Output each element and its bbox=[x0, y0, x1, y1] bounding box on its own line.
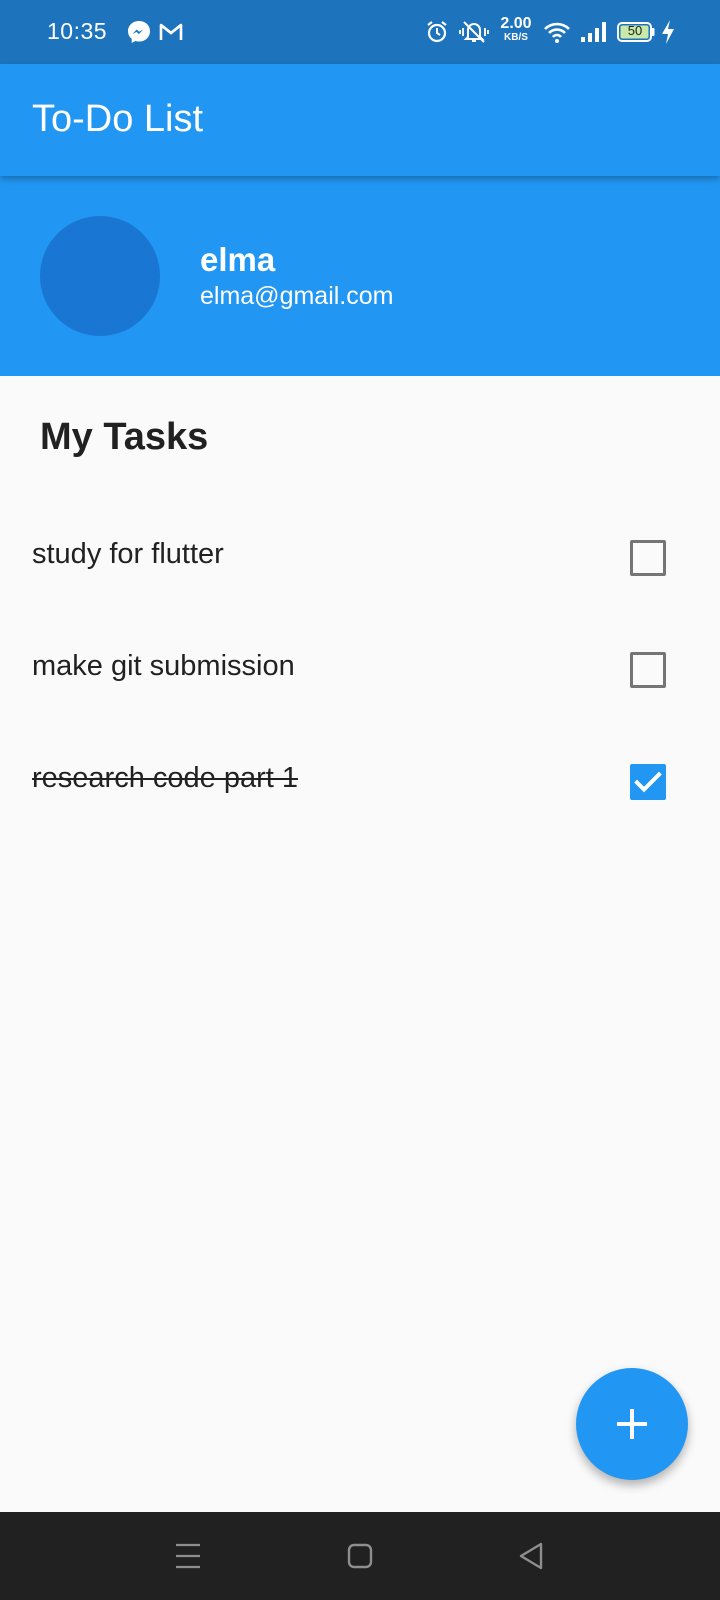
check-icon bbox=[634, 771, 662, 793]
network-speed-value: 2.00 bbox=[500, 15, 532, 32]
section-title: My Tasks bbox=[40, 416, 209, 458]
app-bar: To-Do List bbox=[0, 64, 720, 176]
plus-icon bbox=[617, 1409, 647, 1439]
vibrate-icon bbox=[459, 21, 489, 43]
task-row[interactable]: research code part 1 bbox=[0, 726, 720, 838]
battery-level: 50 bbox=[627, 23, 643, 38]
task-row[interactable]: study for flutter bbox=[0, 502, 720, 614]
status-bar: 10:35 2.00 KB/S 50 bbox=[0, 0, 720, 64]
back-icon[interactable] bbox=[510, 1534, 554, 1578]
alarm-icon bbox=[427, 21, 447, 43]
status-time: 10:35 bbox=[47, 18, 108, 44]
avatar[interactable] bbox=[40, 216, 160, 336]
system-nav-bar bbox=[0, 1512, 720, 1600]
user-name: elma bbox=[200, 241, 276, 278]
home-icon[interactable] bbox=[338, 1534, 382, 1578]
profile-header: elma elma@gmail.com bbox=[0, 176, 720, 376]
gmail-icon bbox=[159, 23, 183, 40]
charging-icon bbox=[662, 20, 674, 44]
network-speed-unit: KB/S bbox=[504, 32, 528, 43]
app-screen: 10:35 2.00 KB/S 50 To-Do List elma elma@… bbox=[0, 0, 720, 1600]
network-speed: 2.00 KB/S bbox=[498, 16, 534, 43]
menu-icon[interactable] bbox=[166, 1534, 210, 1578]
app-title: To-Do List bbox=[32, 98, 204, 140]
task-checkbox[interactable] bbox=[630, 764, 666, 800]
task-checkbox[interactable] bbox=[630, 540, 666, 576]
signal-icon bbox=[581, 22, 606, 42]
add-task-button[interactable] bbox=[576, 1368, 688, 1480]
task-row[interactable]: make git submission bbox=[0, 614, 720, 726]
task-checkbox[interactable] bbox=[630, 652, 666, 688]
task-label: study for flutter bbox=[32, 538, 224, 570]
task-label: make git submission bbox=[32, 650, 295, 682]
messenger-icon bbox=[128, 21, 150, 43]
wifi-icon bbox=[544, 22, 570, 43]
user-email: elma@gmail.com bbox=[200, 282, 394, 310]
task-label: research code part 1 bbox=[32, 762, 298, 794]
